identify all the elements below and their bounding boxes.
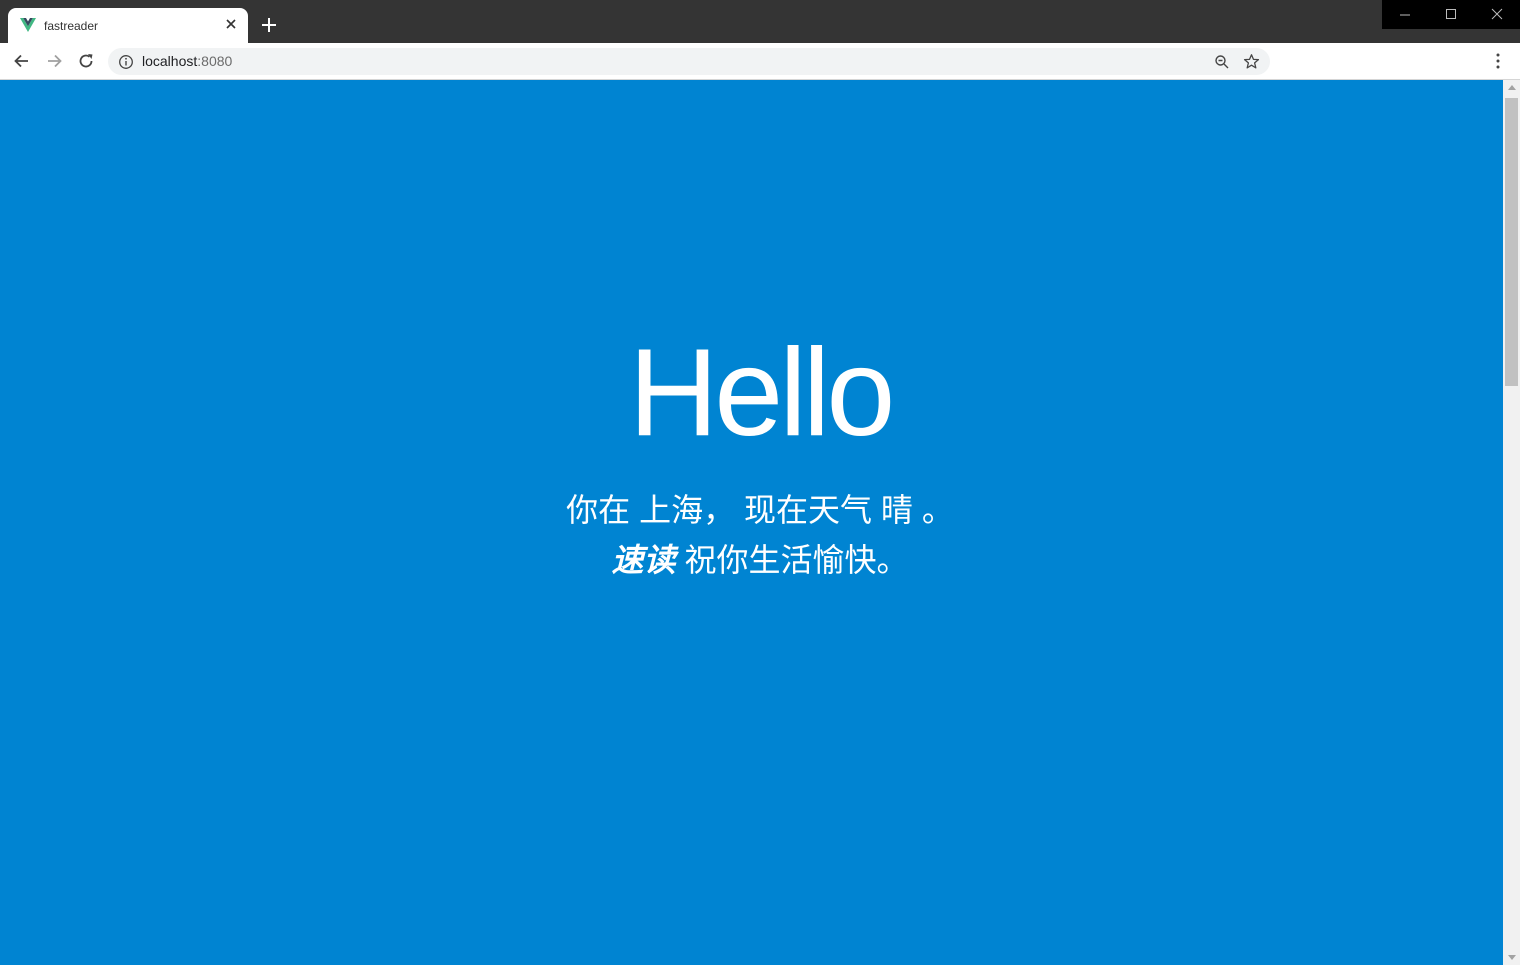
- brand-name: 速读: [611, 542, 676, 578]
- forward-arrow-icon[interactable]: [44, 51, 64, 71]
- reload-icon[interactable]: [76, 51, 96, 71]
- window-controls: [1382, 0, 1520, 29]
- weather-prefix: 现在天气: [744, 492, 873, 528]
- maximize-button[interactable]: [1428, 0, 1474, 29]
- back-arrow-icon[interactable]: [12, 51, 32, 71]
- browser-menu-icon[interactable]: [1490, 52, 1506, 70]
- hello-heading: Hello: [628, 324, 896, 462]
- browser-toolbar: localhost:8080: [0, 43, 1520, 80]
- city-name: 上海: [639, 492, 704, 528]
- url-port: :8080: [197, 53, 233, 69]
- tab-title: fastreader: [44, 19, 99, 33]
- minimize-icon: [1400, 14, 1410, 16]
- period: 。: [921, 492, 954, 528]
- scroll-down-arrow-icon[interactable]: [1508, 955, 1516, 960]
- close-window-icon: [1491, 8, 1503, 20]
- new-tab-plus-icon[interactable]: [260, 16, 278, 34]
- vue-logo-icon: [20, 18, 36, 32]
- url-host: localhost: [142, 53, 198, 69]
- zoom-icon[interactable]: [1214, 54, 1230, 70]
- window-titlebar: fastreader: [0, 0, 1520, 43]
- bookmark-star-icon[interactable]: [1243, 53, 1260, 70]
- wish-message: 祝你生活愉快。: [684, 542, 909, 578]
- greeting-line: 速读 祝你生活愉快。: [0, 540, 1520, 580]
- vertical-scrollbar[interactable]: [1503, 80, 1520, 965]
- close-window-button[interactable]: [1474, 0, 1520, 29]
- url-text[interactable]: localhost:8080: [142, 53, 232, 69]
- maximize-icon: [1446, 9, 1456, 19]
- browser-tab[interactable]: fastreader: [8, 8, 248, 43]
- address-bar[interactable]: localhost:8080: [108, 48, 1270, 75]
- weather-value: 晴: [880, 492, 913, 528]
- scroll-thumb[interactable]: [1505, 98, 1518, 386]
- location-weather-line: 你在 上海， 现在天气 晴 。: [0, 490, 1520, 530]
- close-tab-icon[interactable]: [223, 16, 239, 32]
- comma: ，: [703, 492, 736, 528]
- info-icon[interactable]: [118, 54, 134, 70]
- minimize-button[interactable]: [1382, 0, 1428, 29]
- scroll-up-arrow-icon[interactable]: [1508, 85, 1516, 90]
- location-prefix: 你在: [566, 492, 631, 528]
